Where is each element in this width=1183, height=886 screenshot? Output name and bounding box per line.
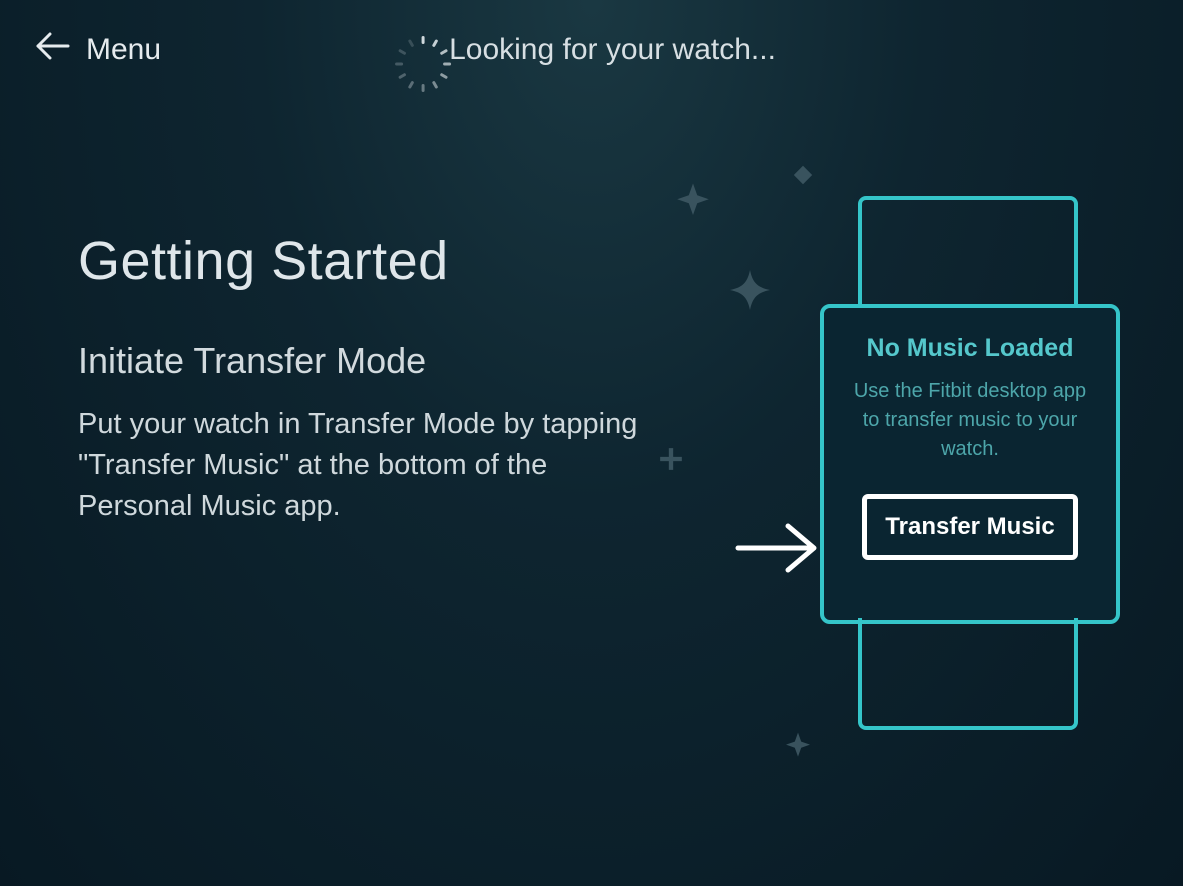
pointer-arrow-icon: [734, 518, 820, 578]
diamond-icon: [785, 157, 822, 194]
page-body: Put your watch in Transfer Mode by tappi…: [78, 404, 638, 528]
watch-screen-description: Use the Fitbit desktop app to transfer m…: [846, 377, 1094, 464]
main-content: Getting Started Initiate Transfer Mode P…: [78, 230, 638, 528]
star-icon: [672, 180, 714, 222]
watch-illustration: No Music Loaded Use the Fitbit desktop a…: [820, 170, 1160, 790]
watch-band-bottom: [858, 618, 1078, 730]
sparkle-icon: [720, 270, 780, 330]
status-text: Looking for your watch...: [449, 33, 776, 67]
spinner-icon: [407, 36, 435, 64]
back-arrow-icon: [36, 32, 70, 68]
header-bar: Menu Looking for your watch...: [0, 0, 1183, 100]
menu-button[interactable]: Menu: [36, 32, 161, 68]
watch-face: No Music Loaded Use the Fitbit desktop a…: [820, 304, 1120, 624]
menu-label: Menu: [86, 33, 161, 67]
watch-band-top: [858, 196, 1078, 308]
status-indicator: Looking for your watch...: [407, 33, 776, 67]
plus-icon: [658, 446, 684, 472]
transfer-music-button: Transfer Music: [862, 494, 1077, 560]
watch-screen-title: No Music Loaded: [867, 334, 1074, 363]
page-subtitle: Initiate Transfer Mode: [78, 340, 638, 382]
star-icon: [782, 730, 814, 762]
page-title: Getting Started: [78, 230, 638, 292]
